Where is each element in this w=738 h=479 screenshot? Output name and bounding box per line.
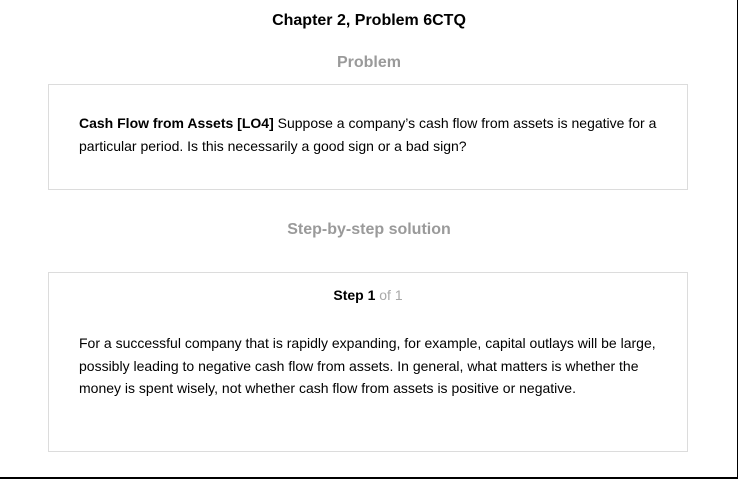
- step-total: of 1: [375, 287, 403, 303]
- problem-lead: Cash Flow from Assets [LO4]: [79, 115, 274, 131]
- problem-heading: Problem: [336, 54, 401, 71]
- solution-card: Step 1 of 1 For a successful company tha…: [48, 272, 688, 452]
- step-indicator: Step 1 of 1: [49, 286, 687, 304]
- problem-card: Cash Flow from Assets [LO4] Suppose a co…: [48, 84, 688, 190]
- solution-heading: Step-by-step solution: [287, 221, 451, 238]
- chapter-title: Chapter 2, Problem 6CTQ: [272, 12, 466, 29]
- step-label: Step 1: [333, 287, 376, 303]
- problem-statement: Cash Flow from Assets [LO4] Suppose a co…: [79, 112, 669, 158]
- solution-text: For a successful company that is rapidly…: [79, 335, 656, 396]
